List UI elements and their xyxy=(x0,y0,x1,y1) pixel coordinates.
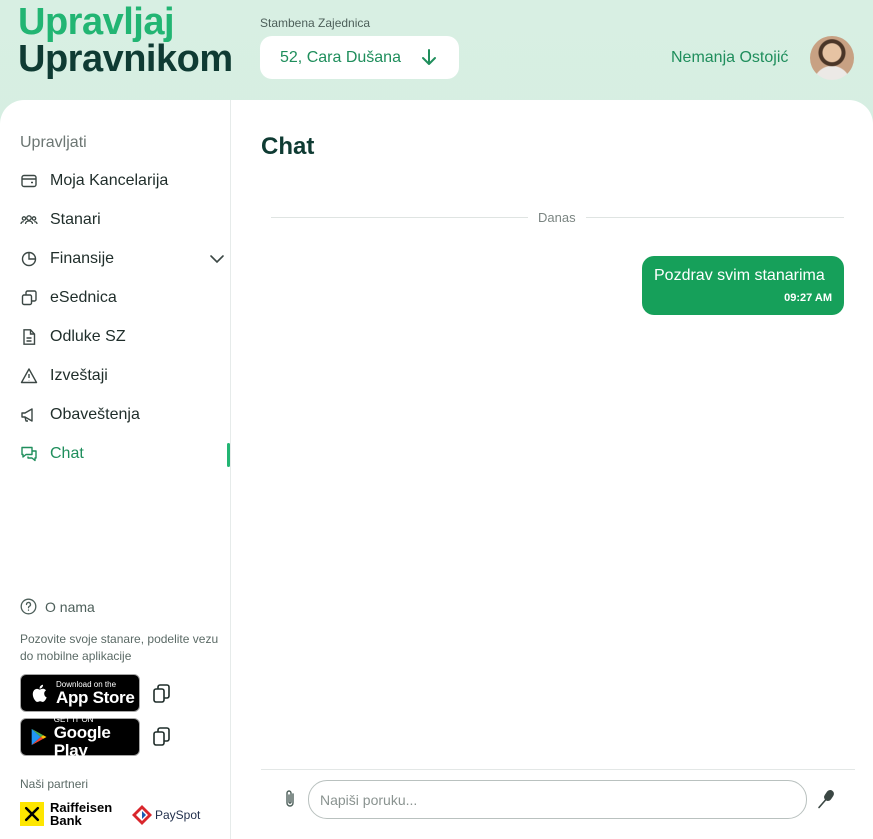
raiffeisen-line-2: Bank xyxy=(50,813,82,828)
avatar[interactable] xyxy=(810,36,854,80)
sidebar-item-finansije[interactable]: Finansije xyxy=(20,247,231,271)
about-link[interactable]: O nama xyxy=(20,598,95,615)
sidebar-item-label: eSednica xyxy=(50,289,117,306)
copy-squares-icon xyxy=(20,289,38,307)
sidebar-item-izvestaji[interactable]: Izveštaji xyxy=(20,364,231,388)
warning-icon xyxy=(20,367,38,385)
invite-text: Pozovite svoje stanare, podelite vezu do… xyxy=(20,632,219,663)
sidebar-item-label: Moja Kancelarija xyxy=(50,172,169,189)
sidebar-item-obavestenja[interactable]: Obaveštenja xyxy=(20,403,231,427)
sidebar-item-odluke-sz[interactable]: Odluke SZ xyxy=(20,325,231,349)
app-header: Upravljaj Upravnikom Stambena Zajednica … xyxy=(0,0,873,100)
paperclip-icon[interactable] xyxy=(282,788,298,810)
chat-main: Chat Danas Pozdrav svim stanarima 09:27 … xyxy=(231,100,873,839)
payspot-logo: PaySpot xyxy=(131,804,200,826)
community-value: 52, Cara Dušana xyxy=(280,48,401,66)
message-text: Pozdrav svim stanarima xyxy=(654,267,825,284)
google-play-big: Google Play xyxy=(53,722,111,760)
about-label: O nama xyxy=(45,598,95,615)
help-circle-icon xyxy=(20,598,37,615)
megaphone-icon xyxy=(20,406,38,424)
message-bubble[interactable]: Pozdrav svim stanarima 09:27 AM xyxy=(642,256,844,315)
message-time: 09:27 AM xyxy=(784,292,832,304)
sidebar-item-chat[interactable]: Chat xyxy=(20,442,231,466)
user-name[interactable]: Nemanja Ostojić xyxy=(671,49,788,67)
chat-icon xyxy=(20,445,38,463)
payspot-mark-icon xyxy=(132,805,152,825)
content-panel: Upravljati Moja Kancelarija Stanari Fina… xyxy=(0,100,873,839)
sidebar: Upravljati Moja Kancelarija Stanari Fina… xyxy=(0,100,231,839)
sidebar-item-esednica[interactable]: eSednica xyxy=(20,286,231,310)
brand-line-1: Upravljaj xyxy=(18,1,175,43)
arrow-down-icon xyxy=(422,49,436,65)
page-title: Chat xyxy=(261,133,315,160)
raiffeisen-logo: Raiffeisen Bank xyxy=(20,801,112,827)
sidebar-item-label: Stanari xyxy=(50,211,101,228)
chevron-down-icon[interactable] xyxy=(209,251,225,267)
raiffeisen-mark-icon xyxy=(20,802,44,826)
wallet-icon xyxy=(20,172,38,190)
pie-chart-icon xyxy=(20,250,38,268)
sidebar-item-stanari[interactable]: Stanari xyxy=(20,208,231,232)
brand-logo[interactable]: Upravljaj Upravnikom xyxy=(18,1,233,80)
people-icon xyxy=(20,211,38,229)
composer-divider xyxy=(261,769,855,770)
google-play-icon xyxy=(31,728,47,746)
sidebar-item-label: Izveštaji xyxy=(50,367,108,384)
payspot-label: PaySpot xyxy=(155,808,201,822)
sidebar-item-moja-kancelarija[interactable]: Moja Kancelarija xyxy=(20,169,231,193)
sidebar-item-label: Chat xyxy=(50,445,84,462)
partners-label: Naši partneri xyxy=(20,777,89,791)
app-store-button[interactable]: Download on the App Store xyxy=(20,674,140,712)
sidebar-section-title: Upravljati xyxy=(20,134,87,151)
sidebar-item-label: Obaveštenja xyxy=(50,406,140,423)
active-indicator xyxy=(227,443,230,467)
sidebar-item-label: Odluke SZ xyxy=(50,328,126,345)
copy-icon[interactable] xyxy=(152,726,172,748)
google-play-button[interactable]: GET IT ON Google Play xyxy=(20,715,140,759)
day-divider-label: Danas xyxy=(528,210,586,225)
microphone-icon[interactable] xyxy=(816,789,836,809)
document-icon xyxy=(20,328,38,346)
community-label: Stambena Zajednica xyxy=(260,16,371,30)
message-input[interactable] xyxy=(308,780,807,819)
brand-line-2: Upravnikom xyxy=(18,38,233,80)
copy-icon[interactable] xyxy=(152,683,172,705)
sidebar-item-label: Finansije xyxy=(50,250,115,267)
apple-icon xyxy=(32,684,47,702)
app-store-big: App Store xyxy=(56,687,135,707)
community-selector[interactable]: 52, Cara Dušana xyxy=(260,36,459,79)
